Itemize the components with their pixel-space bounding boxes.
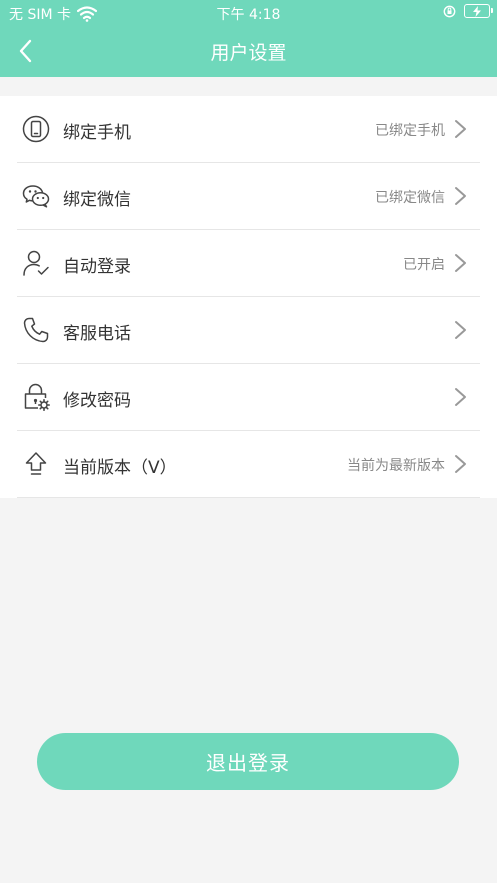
- settings-row-value: 当前为最新版本: [347, 458, 445, 474]
- nav-bar: 用户设置: [0, 26, 497, 77]
- settings-row-current-version[interactable]: 当前版本（V） 当前为最新版本: [17, 431, 480, 498]
- settings-row-value: 已绑定手机: [375, 123, 445, 139]
- settings-row-label: 绑定手机: [63, 123, 131, 143]
- settings-row-service-phone[interactable]: 客服电话: [17, 297, 480, 364]
- chevron-right-icon: [455, 120, 466, 138]
- status-time: 下午 4:18: [216, 7, 281, 23]
- chevron-right-icon: [455, 254, 466, 272]
- header: 无 SIM 卡 下午 4:18 用户设置: [0, 0, 497, 77]
- lock-gear-icon: [24, 383, 51, 412]
- settings-row-label: 当前版本（V）: [63, 458, 177, 478]
- chevron-right-icon: [455, 388, 466, 406]
- status-right: [443, 4, 493, 18]
- upload-arrow-icon: [25, 452, 47, 475]
- settings-row-label: 自动登录: [63, 257, 131, 277]
- settings-row-label: 绑定微信: [63, 190, 131, 210]
- status-bar: 无 SIM 卡 下午 4:18: [0, 0, 497, 26]
- logout-button[interactable]: 退出登录: [37, 733, 459, 790]
- settings-row-label: 客服电话: [63, 324, 131, 344]
- chevron-right-icon: [455, 455, 466, 473]
- page-title: 用户设置: [210, 42, 287, 64]
- settings-row-label: 修改密码: [63, 391, 131, 411]
- settings-row-auto-login[interactable]: 自动登录 已开启: [17, 230, 480, 297]
- settings-row-bind-phone[interactable]: 绑定手机 已绑定手机: [17, 96, 480, 163]
- telephone-icon: [23, 317, 49, 343]
- settings-row-value: 已绑定微信: [375, 190, 445, 206]
- battery-icon: [464, 4, 493, 18]
- user-check-icon: [23, 250, 49, 276]
- settings-row-change-password[interactable]: 修改密码: [17, 364, 480, 431]
- phone-icon: [22, 115, 50, 143]
- chevron-right-icon: [455, 187, 466, 205]
- chevron-right-icon: [455, 321, 466, 339]
- settings-row-value: 已开启: [403, 257, 445, 273]
- wechat-icon: [22, 185, 50, 208]
- settings-list: 绑定手机 已绑定手机 绑定微信 已绑定微信 自动登录 已开启 客服电话 修改密码…: [0, 96, 497, 498]
- orientation-lock-icon: [443, 5, 456, 17]
- settings-row-bind-wechat[interactable]: 绑定微信 已绑定微信: [17, 163, 480, 230]
- charging-bolt-icon: [473, 5, 481, 17]
